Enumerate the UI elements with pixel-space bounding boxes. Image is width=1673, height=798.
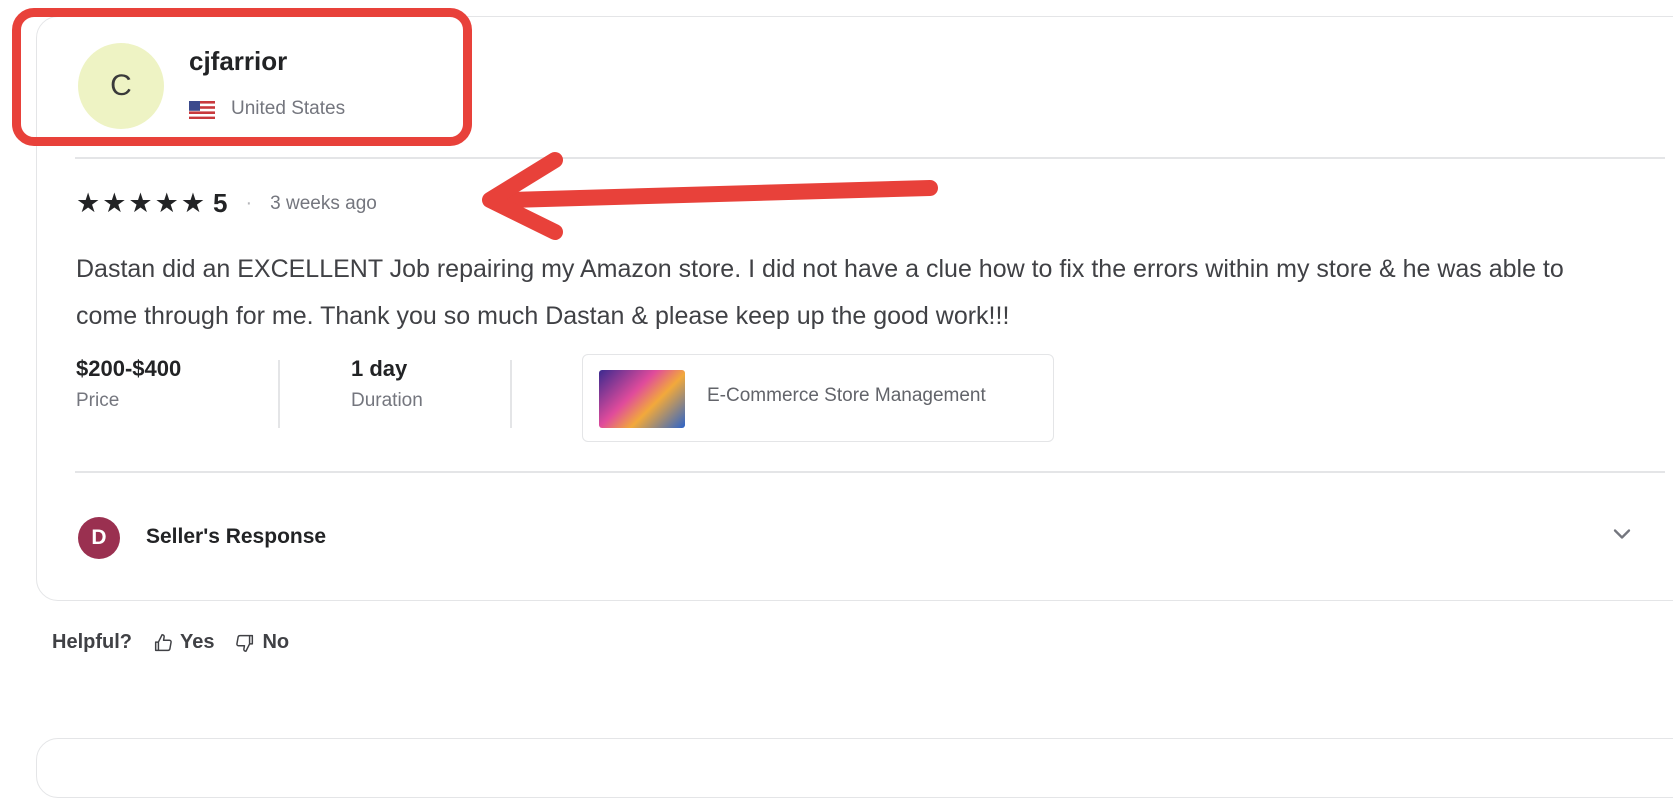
duration-value: 1 day — [351, 356, 408, 381]
gig-title[interactable]: E-Commerce Store Management — [707, 385, 986, 407]
seller-response-toggle[interactable]: Seller's Response — [146, 525, 326, 549]
price-block: $200-$400 Price — [76, 356, 181, 412]
divider — [75, 157, 1665, 159]
divider — [75, 471, 1665, 473]
helpful-no-button[interactable]: No — [234, 631, 289, 654]
seller-avatar-initial: D — [91, 526, 107, 549]
price-value: $200-$400 — [76, 356, 182, 381]
review-time-ago: 3 weeks ago — [270, 192, 377, 214]
duration-block: 1 day Duration — [351, 356, 423, 412]
helpful-yes-label: Yes — [180, 631, 215, 653]
star-rating-icons: ★★★★★ — [76, 188, 208, 218]
thumbs-down-icon — [236, 634, 254, 652]
helpful-row: Helpful? Yes No — [52, 631, 289, 654]
price-label: Price — [76, 390, 120, 411]
rating-separator: · — [245, 192, 253, 214]
duration-label: Duration — [351, 390, 423, 411]
review-rating: ★★★★★ 5 · 3 weeks ago — [76, 188, 377, 219]
rating-score: 5 — [213, 188, 228, 218]
chevron-down-icon[interactable] — [1608, 520, 1636, 548]
thumbs-up-icon — [154, 633, 172, 651]
seller-avatar: D — [78, 517, 120, 559]
review-text: Dastan did an EXCELLENT Job repairing my… — [76, 255, 1564, 330]
gig-card[interactable]: E-Commerce Store Management — [582, 354, 1054, 442]
helpful-no-label: No — [262, 631, 290, 653]
helpful-yes-button[interactable]: Yes — [152, 631, 214, 654]
gig-thumbnail[interactable] — [599, 370, 685, 428]
next-review-card — [36, 738, 1673, 798]
helpful-question: Helpful? — [52, 631, 132, 653]
meta-divider — [278, 360, 280, 428]
meta-divider — [510, 360, 512, 428]
annotation-highlight-box — [12, 8, 472, 146]
